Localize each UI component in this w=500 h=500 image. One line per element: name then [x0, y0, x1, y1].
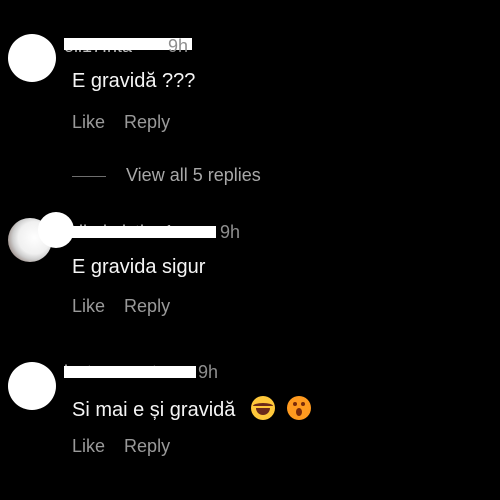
view-replies-label: View all 5 replies — [126, 165, 261, 185]
replies-divider — [72, 175, 106, 177]
timestamp: 9h — [198, 362, 219, 382]
reply-button[interactable]: Reply — [124, 436, 170, 456]
avatar[interactable] — [8, 212, 74, 262]
like-button[interactable]: Like — [72, 112, 105, 132]
comment-text: E gravidă ??? — [72, 70, 196, 92]
avatar[interactable] — [8, 34, 56, 82]
view-replies-button[interactable]: View all 5 replies — [72, 165, 261, 187]
comment-text: Si mai e și gravidă — [72, 396, 311, 422]
redaction-bar — [64, 226, 216, 238]
comment-text-body: Si mai e și gravidă — [72, 399, 236, 421]
reply-button[interactable]: Reply — [124, 112, 170, 132]
comment-text: E gravida sigur — [72, 256, 206, 278]
comment-header: instamozart 9h — [64, 362, 244, 382]
reply-button[interactable]: Reply — [124, 296, 170, 316]
timestamp: 9h — [220, 222, 241, 242]
comment-actions: Like Reply — [72, 296, 184, 317]
astonished-face-emoji — [286, 396, 311, 420]
comment-header: mihaicristina1 9h — [64, 222, 264, 242]
face-with-tears-of-joy-emoji — [250, 396, 275, 420]
like-button[interactable]: Like — [72, 436, 105, 456]
like-button[interactable]: Like — [72, 296, 105, 316]
comment-actions: Like Reply — [72, 436, 184, 457]
avatar[interactable] — [8, 362, 56, 410]
comment-header: oli17.rita 9h — [64, 36, 204, 56]
timestamp: 9h — [168, 36, 189, 56]
redaction-bar — [64, 366, 196, 378]
comment-actions: Like Reply — [72, 112, 184, 133]
